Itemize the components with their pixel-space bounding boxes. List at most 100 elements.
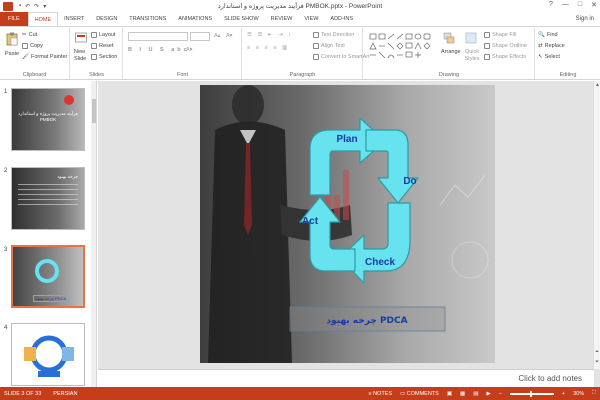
font-name-select[interactable] [128,32,188,41]
tab-insert[interactable]: INSERT [58,12,90,26]
thumbnail-graphic [64,95,74,105]
slide-thumbnail-4[interactable] [11,323,85,386]
arrange-icon[interactable] [443,32,455,46]
tab-add-ins[interactable]: ADD-INS [324,12,359,26]
minimize-icon[interactable]: — [562,1,569,9]
paint-bucket-icon [484,32,490,38]
close-icon[interactable]: ✕ [591,1,597,9]
replace-button[interactable]: ⇄ Replace [538,43,565,49]
shape-outline-button[interactable]: Shape Outline [484,43,527,49]
notes-toggle[interactable]: ≡ NOTES [368,391,392,397]
slide-counter: SLIDE 3 OF 33 [4,390,42,397]
normal-view-icon[interactable]: ▣ [447,391,452,397]
section-icon [91,54,97,60]
shapes-gallery[interactable] [368,32,438,62]
do-label: Do [403,176,416,187]
sign-in-link[interactable]: Sign in [576,16,594,22]
tab-animations[interactable]: ANIMATIONS [172,12,218,26]
next-slide-icon[interactable]: ⏷ [595,359,599,365]
shape-effects-button[interactable]: Shape Effects [484,54,526,60]
previous-slide-icon[interactable]: ⏶ [595,349,599,355]
zoom-slider[interactable] [509,390,554,397]
comments-toggle[interactable]: ▭ COMMENTS [400,391,439,397]
text-direction-button[interactable]: Text Direction [313,32,354,38]
language-indicator[interactable]: PERSIAN [53,391,77,397]
drawing-group: Arrange Quick Styles Shape Fill Shape Ou… [364,28,535,79]
zoom-in-icon[interactable]: + [562,391,565,397]
thumbnail-number: 2 [4,168,8,174]
list-buttons[interactable]: ☰ ☰ ⇤ ⇥ ↕ [247,32,293,38]
thumbnail-number: 1 [4,89,8,95]
status-bar: SLIDE 3 OF 33 PERSIAN ≡ NOTES ▭ COMMENTS… [0,387,600,400]
zoom-level[interactable]: 30% [573,391,584,397]
font-group: A▴ A▾ B I U S abc A▾ Font [124,28,242,79]
slide-sorter-icon[interactable]: ▦ [460,391,465,397]
slide-thumbnail-3[interactable]: چرخه بهبود PDCA [11,245,85,308]
tab-slide-show[interactable]: SLIDE SHOW [218,12,265,26]
find-button[interactable]: 🔍 Find [538,32,558,38]
paste-button[interactable]: Paste [5,51,19,57]
quick-styles-icon[interactable] [465,32,477,46]
help-icon[interactable]: ? [549,1,553,9]
paragraph-group-label: Paragraph [289,72,316,78]
thumbnail-scrollbar[interactable] [91,81,96,387]
cut-button[interactable]: ✂ Cut [22,32,37,38]
editing-group-label: Editing [559,72,577,78]
smartart-icon [313,54,319,60]
decrease-font-icon[interactable]: A▾ [226,33,232,39]
copy-button[interactable]: Copy [22,43,43,49]
shape-fill-button[interactable]: Shape Fill [484,32,516,38]
slide-thumbnail-1[interactable]: فرآیند مدیریت پروژه و استاندارد PMBOK [11,88,85,151]
font-format-buttons[interactable]: B I U S abc [128,47,190,53]
scissors-icon: ✂ [22,32,27,38]
scroll-up-icon[interactable]: ▲ [595,82,600,88]
reset-icon [91,43,97,49]
zoom-out-icon[interactable]: − [499,391,502,397]
new-slide-button[interactable]: New Slide [74,49,92,63]
tab-view[interactable]: VIEW [298,12,324,26]
select-button[interactable]: ↖ Select [538,54,560,60]
current-slide[interactable]: Plan Do Check Act چرخه بهبود PDCA [200,85,495,363]
slide-thumbnail-pane: 1 فرآیند مدیریت پروژه و استاندارد PMBOK … [0,81,97,387]
slide-scrollbar[interactable]: ▲ ⏶ ⏷ [593,81,600,369]
align-text-button[interactable]: Align Text [313,43,345,49]
effects-icon [484,54,490,60]
tab-home[interactable]: HOME [27,12,59,26]
thumbnail-text-lines [18,184,78,208]
slide-thumbnail-2[interactable]: چرخه بهبود [11,167,85,230]
tab-design[interactable]: DESIGN [90,12,123,26]
fit-slide-icon[interactable]: ⛶ [592,390,596,397]
paste-icon[interactable] [6,32,18,46]
thumbnail-title: فرآیند مدیریت پروژه و استاندارد PMBOK [18,111,78,122]
slides-group-label: Slides [89,72,104,78]
font-size-select[interactable] [190,32,210,41]
drawing-group-label: Drawing [438,72,460,78]
slides-group: New Slide Layout Reset Section Slides [71,28,123,79]
new-slide-icon[interactable] [75,32,87,46]
tab-file[interactable]: FILE [0,12,28,26]
quick-styles-button[interactable]: Quick Styles [462,49,482,63]
increase-font-icon[interactable]: A▴ [214,33,220,39]
format-painter-button[interactable]: 🖌 Format Painter [22,54,67,60]
tab-review[interactable]: REVIEW [265,12,299,26]
reading-view-icon[interactable]: ▤ [473,391,478,397]
align-text-icon [313,43,319,49]
replace-icon: ⇄ [538,43,543,49]
tab-transitions[interactable]: TRANSITIONS [123,12,172,26]
notes-pane[interactable]: Click to add notes [98,369,594,387]
notes-placeholder[interactable]: Click to add notes [518,374,582,383]
maximize-icon[interactable]: □ [578,1,582,9]
slideshow-icon[interactable]: ▶ [486,391,490,397]
layout-button[interactable]: Layout [91,32,116,38]
ribbon-tabs: FILE HOME INSERT DESIGN TRANSITIONS ANIM… [0,12,600,26]
font-color-icon[interactable]: A▾ [186,47,192,53]
convert-smartart-button[interactable]: Convert to SmartArt [313,54,370,60]
pen-outline-icon [484,43,490,49]
thumbnail-scroll-thumb[interactable] [92,99,96,123]
arrange-button[interactable]: Arrange [441,49,461,55]
slide-canvas: Plan Do Check Act چرخه بهبود PDCA [200,85,495,363]
section-button[interactable]: Section [91,54,117,60]
thumbnail-caption: چرخه بهبود PDCA [33,295,69,302]
align-buttons[interactable]: ≡ ≡ ≡ ≡ ▥ [247,45,289,51]
reset-button[interactable]: Reset [91,43,113,49]
